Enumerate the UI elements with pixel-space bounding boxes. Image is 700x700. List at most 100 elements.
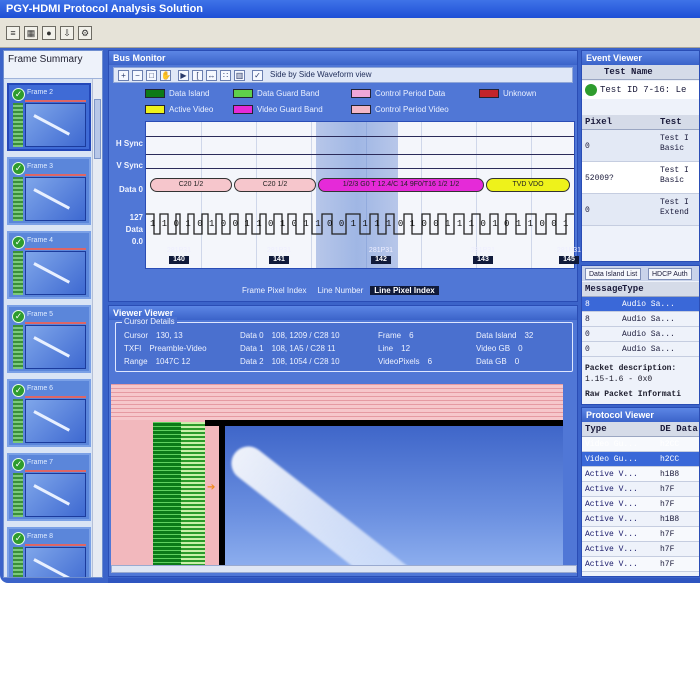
expand-icon[interactable]: ↔ (206, 70, 217, 81)
video-frame-view[interactable]: ➔ (111, 384, 563, 570)
pass-check-icon (585, 84, 597, 96)
viewer-horizontal-scrollbar[interactable] (111, 565, 577, 573)
legend-item: Control Period Video (351, 103, 449, 116)
test-column-header[interactable]: Test (660, 115, 682, 130)
packet-block[interactable]: TVD VDO (486, 178, 570, 192)
grid-icon[interactable]: ▦ (24, 26, 38, 40)
table-row[interactable]: 0 Test I Extend (582, 194, 699, 226)
type-column-header[interactable]: Type (622, 282, 644, 297)
table-row[interactable]: Active V... h7F (582, 557, 699, 572)
packet-block[interactable]: 1/2/3 G0 T 12.4/C 14 9F0/T16 1/2 1/2 (318, 178, 484, 192)
message-column-header[interactable]: Message (585, 282, 623, 297)
export-icon[interactable]: ⇩ (60, 26, 74, 40)
row-label: 127 (129, 213, 143, 222)
side-by-side-checkbox[interactable]: ✓ (252, 70, 263, 81)
data-island-panel: Data Island List HDCP Auth Message Type … (581, 265, 700, 405)
row-label: Data 0 (118, 185, 143, 194)
bracket-icon[interactable]: [ (192, 70, 203, 81)
pixel-marker[interactable]: 281P31 140 (149, 247, 209, 264)
pixel-marker[interactable]: 281P31 141 (249, 247, 309, 264)
event-column-header[interactable]: Test Name (582, 65, 699, 80)
legend-item: Unknown (479, 87, 536, 100)
frame-label: Frame 6 (27, 385, 54, 392)
check-icon: ✓ (12, 310, 25, 323)
frame-thumbnail[interactable]: ✓ Frame 7 (7, 453, 91, 521)
window-title: PGY-HDMI Protocol Analysis Solution (0, 0, 700, 18)
table-row[interactable]: Video Gu... h2CC (582, 452, 699, 467)
event-results-table: Pixel Test 0 Test I Basic 52009? Test I Bas… (582, 115, 699, 226)
de-data-column-header[interactable]: DE Data (660, 422, 698, 437)
pixel-marker[interactable]: 281P31 142 (351, 247, 411, 264)
bus-monitor-title: Bus Monitor (109, 51, 577, 65)
table-row[interactable]: Active V... h7F (582, 527, 699, 542)
legend-item: Control Period Data (351, 87, 445, 100)
video-image (225, 426, 563, 570)
tab-hdcp-auth[interactable]: HDCP Auth (648, 268, 692, 280)
table-row[interactable]: Video Gu... h2CC (582, 437, 699, 452)
zoom-fit-icon[interactable]: □ (146, 70, 157, 81)
packet-block[interactable]: C20 1/2 (234, 178, 316, 192)
frame-label: Frame 5 (27, 311, 54, 318)
check-icon: ✓ (12, 458, 25, 471)
table-row[interactable]: Active V... h1B8 (582, 467, 699, 482)
table-row[interactable]: Active V... h1B8 (582, 512, 699, 527)
protocol-viewer-title: Protocol Viewer (582, 408, 699, 422)
side-by-side-label: Side by Side Waveform view (270, 70, 372, 79)
legend-label: Control Period Video (375, 105, 449, 114)
table-row[interactable]: 0 Test I Basic (582, 130, 699, 162)
open-icon[interactable]: ≡ (6, 26, 20, 40)
row-label: V Sync (116, 161, 143, 170)
pan-icon[interactable]: ✋ (160, 70, 171, 81)
zoom-out-icon[interactable]: − (132, 70, 143, 81)
table-row[interactable]: 8 Audio Sa... (582, 312, 699, 327)
settings-icon[interactable]: ⚙ (78, 26, 92, 40)
bit-values: 1 1 0 1 0 1 0 0 1 1 0 1 0 1 1 0 0 1 1 1 … (150, 219, 574, 229)
legend-swatch (145, 105, 165, 115)
protocol-viewer-panel: Protocol Viewer Type DE Data Video Gu...… (581, 407, 700, 577)
main-toolbar: ≡ ▦ ● ⇩ ⚙ (0, 18, 700, 48)
row-label: Data (125, 225, 143, 234)
frame-label: Frame 4 (27, 237, 54, 244)
frame-thumbnail[interactable]: ✓ Frame 2 (7, 83, 91, 151)
tile-icon[interactable]: ▥ (234, 70, 245, 81)
table-row[interactable]: 0 Audio Sa... (582, 342, 699, 357)
table-row[interactable]: 52009? Test I Basic (582, 162, 699, 194)
table-row[interactable]: 0 Audio Sa... (582, 327, 699, 342)
frame-thumbnail[interactable]: ✓ Frame 3 (7, 157, 91, 225)
frame-summary-scrollbar[interactable] (92, 79, 102, 577)
analysis-app-window: PGY-HDMI Protocol Analysis Solution ≡ ▦ … (0, 0, 700, 583)
table-row[interactable]: Active V... h7F (582, 482, 699, 497)
status-bar (108, 578, 700, 583)
event-row[interactable]: Test ID 7-16: Le (582, 81, 699, 99)
tab-data-island-list[interactable]: Data Island List (585, 268, 642, 280)
pixel-column-header[interactable]: Pixel (585, 115, 612, 130)
type-column-header[interactable]: Type (585, 422, 607, 437)
row-label: 0.0 (131, 237, 143, 246)
packet-description-label: Packet description: (585, 364, 677, 373)
event-viewer-panel: Event Viewer Test Name Test ID 7-16: Le … (581, 50, 700, 262)
packet-description-value: 1.15-1.6 - 0x0 (585, 375, 653, 384)
viewer-panel: Viewer Viewer Cursor Details Cursor 130, … (108, 305, 578, 577)
frame-thumbnail[interactable]: ✓ Frame 5 (7, 305, 91, 373)
index-tab[interactable]: Frame Pixel Index (238, 286, 310, 295)
table-row[interactable]: Active V... h7F (582, 542, 699, 557)
zoom-in-icon[interactable]: + (118, 70, 129, 81)
row-label: H Sync (115, 139, 143, 148)
index-tab[interactable]: Line Pixel Index (370, 286, 439, 295)
play-icon[interactable]: ▶ (178, 70, 189, 81)
legend-label: Video Guard Band (257, 105, 323, 114)
capture-icon[interactable]: ● (42, 26, 56, 40)
raw-packet-label: Raw Packet Informati (585, 390, 682, 399)
index-tab[interactable]: Line Number (313, 286, 367, 295)
packet-block[interactable]: C20 1/2 (150, 178, 232, 192)
frame-thumbnail[interactable]: ✓ Frame 8 (7, 527, 91, 577)
table-row[interactable]: Active V... h7F (582, 497, 699, 512)
frame-thumbnail[interactable]: ✓ Frame 4 (7, 231, 91, 299)
frame-thumbnail[interactable]: ✓ Frame 6 (7, 379, 91, 447)
pixel-marker[interactable]: 281P31 143 (453, 247, 513, 264)
table-row[interactable]: 8 Audio Sa... (582, 297, 699, 312)
cursor-detail: Data GB 0 (476, 357, 520, 366)
control-period-region (111, 384, 563, 420)
legend-swatch (351, 89, 371, 99)
split-icon[interactable]: ∷ (220, 70, 231, 81)
